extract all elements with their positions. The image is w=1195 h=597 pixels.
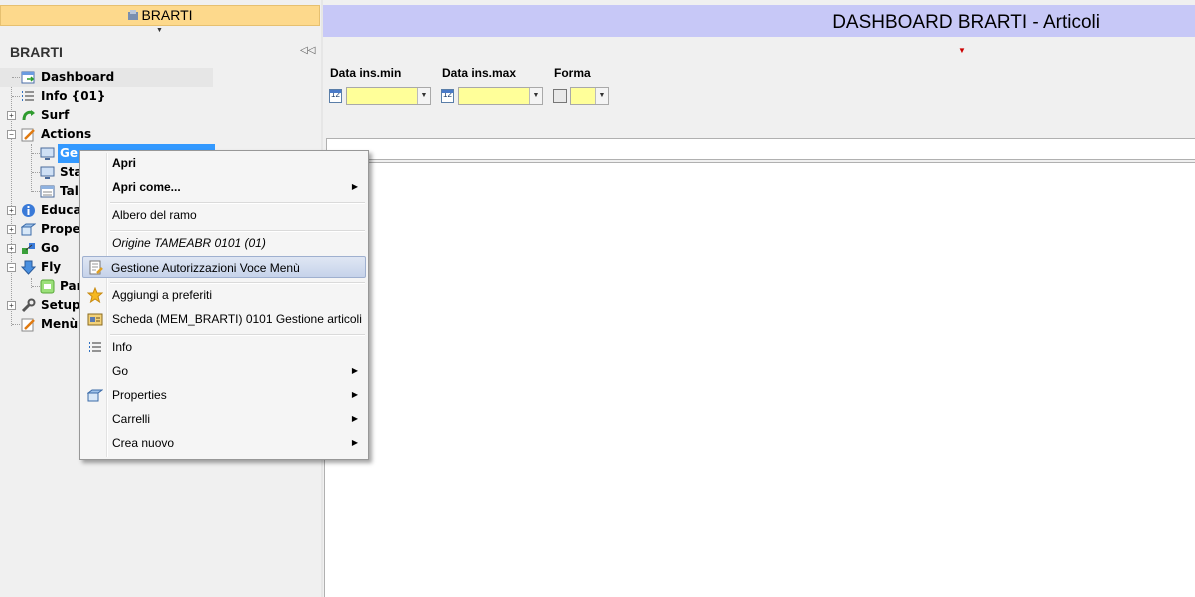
expand-icon[interactable]: +	[7, 301, 16, 310]
tree-item-label: Fly	[41, 260, 62, 274]
tree-item-label: Surf	[41, 108, 70, 122]
tree-item-label: Educa	[41, 203, 82, 217]
calendar-icon[interactable]: 12	[441, 89, 454, 103]
menu-item-label: Albero del ramo	[112, 208, 197, 222]
grid-icon[interactable]	[553, 89, 567, 103]
tree-item-info[interactable]: Info {01}	[0, 87, 213, 106]
menu-item-label: Go	[112, 364, 129, 378]
forma-field[interactable]: ▼	[570, 87, 609, 105]
menu-item-label: Gestione Autorizzazioni Voce Menù	[111, 261, 300, 275]
chevron-down-icon[interactable]: ▼	[529, 88, 542, 104]
chevron-down-icon[interactable]: ▼	[595, 88, 608, 104]
go-icon	[22, 243, 35, 254]
tree-item-label: Dashboard	[41, 70, 115, 84]
menu-item-label: Apri	[112, 156, 136, 170]
menu-item-label: Aggiungi a preferiti	[112, 288, 213, 302]
collapse-icon[interactable]: −	[7, 263, 16, 272]
menu-item-go[interactable]: Go ▶	[82, 360, 366, 382]
menu-item-properties[interactable]: Properties ▶	[82, 384, 366, 406]
page-title: DASHBOARD BRARTI - Articoli	[832, 12, 1100, 33]
top-tab[interactable]: BRARTI	[0, 5, 320, 26]
authorization-icon	[89, 260, 103, 275]
list-icon	[22, 91, 34, 101]
menu-item-info[interactable]: Info	[82, 336, 366, 358]
expand-icon[interactable]: +	[7, 244, 16, 253]
context-menu: Apri Apri come... ▶ Albero del ramo Orig…	[79, 150, 369, 460]
expand-icon[interactable]: +	[7, 111, 16, 120]
tree-item-surf[interactable]: + Surf	[0, 106, 213, 125]
menu-item-label: Properties	[112, 388, 167, 402]
properties-icon	[21, 223, 36, 236]
content-toolbar	[326, 138, 1195, 160]
tree-item-label: Actions	[41, 127, 92, 141]
menu-item-label: Info	[112, 340, 133, 354]
header-dropdown-icon[interactable]: ▼	[958, 46, 966, 55]
chevron-down-icon[interactable]: ▼	[417, 88, 430, 104]
header-bar: DASHBOARD BRARTI - Articoli	[323, 5, 1195, 37]
fly-icon	[21, 260, 36, 275]
table-icon	[40, 185, 55, 198]
submenu-arrow-icon: ▶	[351, 390, 358, 399]
forma-label: Forma	[554, 66, 591, 80]
card-icon	[87, 313, 103, 326]
collapse-icon[interactable]: −	[7, 130, 16, 139]
app-icon	[128, 10, 139, 20]
tree-item-label: Info {01}	[41, 89, 106, 103]
menu-item-label: Crea nuovo	[112, 436, 175, 450]
date-min-field[interactable]: ▼	[346, 87, 431, 105]
collapse-panel-icon[interactable]: ◁◁	[300, 45, 315, 56]
menu-item-albero-del-ramo[interactable]: Albero del ramo	[82, 204, 366, 226]
menu-item-apri[interactable]: Apri	[82, 152, 366, 174]
menu-item-carrelli[interactable]: Carrelli ▶	[82, 408, 366, 430]
tree-item-label: Setup	[41, 298, 81, 312]
tree-item-label: Go	[41, 241, 60, 255]
menu-item-apri-come[interactable]: Apri come... ▶	[82, 176, 366, 198]
submenu-arrow-icon: ▶	[351, 414, 358, 423]
surf-icon	[22, 110, 35, 121]
content-area	[324, 162, 1195, 597]
expand-icon[interactable]: +	[7, 206, 16, 215]
tree-item-label: Tal	[60, 184, 79, 198]
date-max-field[interactable]: ▼	[458, 87, 543, 105]
actions-icon	[21, 128, 35, 142]
monitor-icon	[40, 166, 55, 179]
submenu-arrow-icon: ▶	[351, 182, 358, 191]
menu-icon	[21, 318, 35, 332]
menu-item-origine[interactable]: Origine TAMEABR 0101 (01)	[82, 232, 366, 254]
dashboard-icon	[21, 71, 35, 84]
properties-icon	[87, 389, 103, 402]
menu-item-gestione-autorizzazioni[interactable]: Gestione Autorizzazioni Voce Menù	[82, 256, 366, 278]
menu-item-label: Carrelli	[112, 412, 151, 426]
monitor-icon	[40, 147, 55, 160]
submenu-arrow-icon: ▶	[351, 438, 358, 447]
wrench-icon	[21, 298, 36, 313]
tab-dropdown-icon[interactable]: ▼	[156, 27, 163, 34]
menu-item-crea-nuovo[interactable]: Crea nuovo ▶	[82, 432, 366, 454]
star-icon	[87, 287, 103, 303]
tree-item-dashboard[interactable]: Dashboard	[0, 68, 213, 87]
date-max-label: Data ins.max	[442, 66, 517, 80]
submenu-arrow-icon: ▶	[351, 366, 358, 375]
date-min-label: Data ins.min	[330, 66, 402, 80]
top-tab-label: BRARTI	[141, 7, 193, 23]
expand-icon[interactable]: +	[7, 225, 16, 234]
panel-icon	[40, 279, 55, 294]
menu-item-label: Apri come...	[112, 180, 181, 194]
panel-title: BRARTI	[10, 44, 63, 60]
tree-item-label: Prope	[41, 222, 81, 236]
info-icon	[22, 204, 35, 217]
list-icon	[89, 342, 101, 352]
tree-item-actions[interactable]: − Actions	[0, 125, 213, 144]
menu-item-aggiungi-preferiti[interactable]: Aggiungi a preferiti	[82, 284, 366, 306]
tree-item-label: Menù	[41, 317, 79, 331]
menu-item-scheda[interactable]: Scheda (MEM_BRARTI) 0101 Gestione artico…	[82, 308, 366, 330]
menu-item-label: Origine TAMEABR 0101 (01)	[112, 236, 266, 250]
menu-item-label: Scheda (MEM_BRARTI) 0101 Gestione artico…	[112, 312, 362, 326]
calendar-icon[interactable]: 12	[329, 89, 342, 103]
